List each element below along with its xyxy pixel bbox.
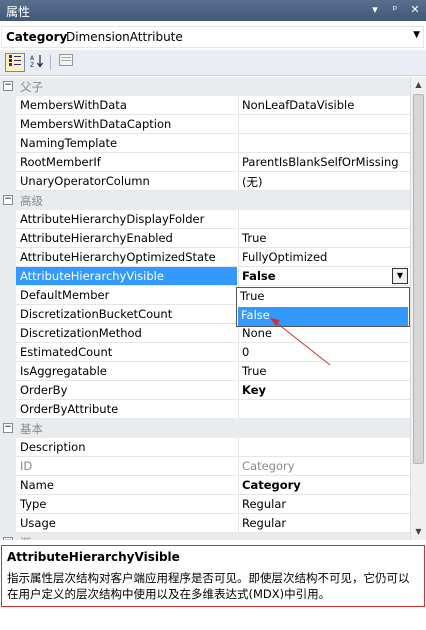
annotation-arrow-icon [270,318,331,366]
